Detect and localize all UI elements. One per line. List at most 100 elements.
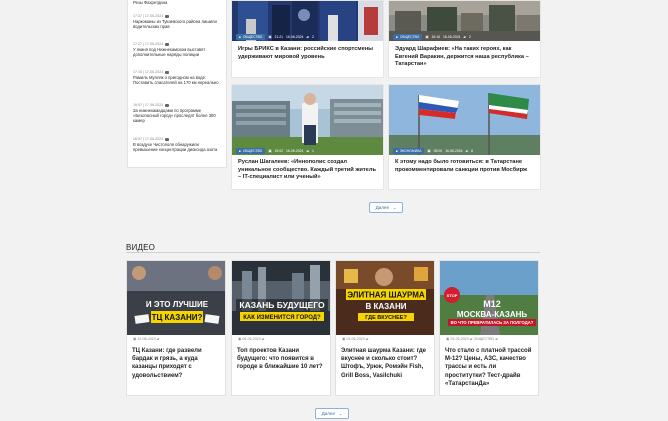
svg-text:STOP: STOP: [447, 293, 458, 298]
chevron-down-icon: ⌄: [393, 205, 397, 210]
load-more-articles-button[interactable]: Далее ⌄: [369, 202, 403, 213]
comment-icon: ▰: [261, 337, 265, 341]
article-title[interactable]: Игры БРИКС в Казани: российские спортсме…: [238, 46, 377, 61]
comment-icon: ▰: [463, 35, 466, 39]
load-more-label: Далее: [321, 411, 336, 416]
video-date: 29-05-2024: [450, 337, 469, 341]
article-time: 18:16: [431, 35, 441, 39]
article-card[interactable]: ОБЩЕСТВО ▣ 18:16 16-06-2024 ▰ 2 Эдуард Ш…: [388, 0, 541, 78]
video-section-title: ВИДЕО: [126, 243, 156, 252]
article-title[interactable]: К этому надо было готовиться: в Татарста…: [395, 159, 534, 174]
news-feed-item-meta: 16:57 | 17-06-2024: [133, 137, 164, 141]
news-feed-item-meta: 17:16 | 17-06-2024: [133, 70, 164, 74]
time-icon: ▣: [268, 35, 272, 39]
news-feed-item[interactable]: 17:16 | 17-06-2024 Рамиль Мулляк о приго…: [133, 70, 223, 85]
article-date: 16-06-2024: [443, 35, 461, 39]
thumbnail-caption: ГДЕ ВКУСНЕЕ?: [365, 315, 407, 321]
news-feed-item-title[interactable]: Резы Фахретдина: [133, 0, 223, 5]
news-feed-item[interactable]: 16:57 | 17-06-2024 В воздухе Чистополя о…: [133, 137, 223, 152]
calendar-icon: ▣: [446, 337, 450, 341]
chevron-down-icon: ⌄: [339, 411, 343, 416]
comment-icon: [165, 103, 170, 107]
comment-count: 2: [469, 35, 471, 39]
article-time: 08:00: [433, 149, 443, 153]
thumbnail-caption: ВО ЧТО ПРЕВРАТИЛАСЬ ЗА ПОЛГОДА?: [451, 320, 534, 325]
news-feed-item[interactable]: 17:27 | 17-06-2024 У якиня под Нижнекамс…: [133, 42, 223, 57]
thumbnail-caption: В КАЗАНИ: [366, 302, 407, 311]
comment-icon: ▰: [365, 337, 369, 341]
comment-icon: ▰: [495, 337, 498, 341]
news-feed-item-meta: 16:57 | 17-06-2024: [133, 103, 164, 107]
video-thumbnail[interactable]: КАЗАНЬ БУДУЩЕГО КАК ИЗМЕНИТСЯ ГОРОД?: [232, 261, 330, 335]
comment-count: 1: [312, 149, 314, 153]
category-badge[interactable]: ОБЩЕСТВО: [236, 148, 266, 154]
video-card[interactable]: ЭЛИТНАЯ ШАУРМА В КАЗАНИ ГДЕ ВКУСНЕЕ? ▣ 0…: [335, 260, 435, 396]
video-thumbnail[interactable]: STOP М12 МОСКВА-КАЗАНЬ ВО ЧТО ПРЕВРАТИЛА…: [440, 261, 538, 335]
load-more-videos-button[interactable]: Далее ⌄: [315, 408, 349, 419]
thumbnail-caption: М12: [483, 299, 501, 309]
time-icon: ▣: [427, 149, 431, 153]
video-card[interactable]: И ЭТО ЛУЧШИЕ ТЦ КАЗАНИ? ▣ 19-06-2024 ▰ Т…: [126, 260, 226, 396]
article-title[interactable]: Эдуард Шарафиев: «На таких героях, как Е…: [395, 46, 534, 69]
news-feed-item-title[interactable]: У якиня под Нижнекамском выставят дополн…: [133, 47, 223, 57]
category-badge[interactable]: ОБЩЕСТВО: [393, 34, 423, 40]
video-title[interactable]: Что стало с платной трассой М-12? Цены, …: [445, 347, 534, 388]
article-card[interactable]: ОБЩЕСТВО ▣ 21:21 16-06-2024 ▰ 2 Игры БРИ…: [231, 0, 384, 78]
category-badge[interactable]: ОБЩЕСТВО: [236, 34, 266, 40]
video-date: 03-06-2024: [346, 337, 365, 341]
article-image[interactable]: [232, 85, 383, 155]
calendar-icon: ▣: [238, 337, 242, 341]
article-time: 15:02: [274, 149, 284, 153]
news-feed-item[interactable]: Резы Фахретдина: [133, 0, 223, 5]
article-title[interactable]: Руслан Шагалеев: «Иннополис создал уника…: [238, 159, 377, 182]
comment-icon: ▰: [156, 337, 160, 341]
video-category[interactable]: ОБЩЕСТВО: [474, 337, 495, 341]
news-feed-item-title[interactable]: В воздухе Чистополя обнаружили превышени…: [133, 142, 223, 152]
news-feed-item-title[interactable]: За нижнекамадцами по программе «Безопасн…: [133, 108, 223, 124]
news-feed-item[interactable]: 16:57 | 17-06-2024 За нижнекамадцами по …: [133, 103, 223, 124]
video-title[interactable]: ТЦ Казани: где развели бардак и грязь, а…: [132, 347, 221, 380]
article-image[interactable]: [389, 85, 540, 155]
comment-icon: [165, 70, 170, 74]
comment-count: 8: [471, 149, 473, 153]
comment-icon: ▰: [306, 35, 309, 39]
video-thumbnail[interactable]: И ЭТО ЛУЧШИЕ ТЦ КАЗАНИ?: [127, 261, 225, 335]
news-feed-item-meta: 17:27 | 17-06-2024: [133, 42, 164, 46]
article-date: 16-06-2024: [445, 149, 463, 153]
news-feed-sidebar: Резы Фахретдина 17:37 | 17-06-2024 Нарко…: [127, 0, 227, 168]
article-card[interactable]: ОБЩЕСТВО ▣ 15:02 16-06-2024 ▰ 1 Руслан Ш…: [231, 84, 384, 190]
calendar-icon: ▣: [133, 337, 137, 341]
thumbnail-caption: КАК ИЗМЕНИТСЯ ГОРОД?: [243, 315, 321, 321]
comment-icon: ▰: [306, 149, 309, 153]
article-card[interactable]: ЭКОНОМИКА ▣ 08:00 16-06-2024 ▰ 8 К этому…: [388, 84, 541, 190]
thumbnail-caption: ЭЛИТНАЯ ШАУРМА: [347, 291, 425, 300]
comment-icon: [165, 137, 170, 141]
news-feed-item-meta: 17:37 | 17-06-2024: [133, 14, 164, 18]
folder-icon: ▰: [469, 337, 473, 341]
video-date: 06-06-2024: [242, 337, 261, 341]
load-more-label: Далее: [375, 205, 390, 210]
thumbnail-caption: И ЭТО ЛУЧШИЕ: [146, 300, 209, 309]
comment-count: 2: [312, 35, 314, 39]
video-title[interactable]: Элитная шаурма Казани: где вкуснее и ско…: [341, 347, 430, 380]
thumbnail-caption: ТЦ КАЗАНИ?: [152, 313, 203, 322]
video-card[interactable]: КАЗАНЬ БУДУЩЕГО КАК ИЗМЕНИТСЯ ГОРОД? ▣ 0…: [231, 260, 331, 396]
video-thumbnail[interactable]: ЭЛИТНАЯ ШАУРМА В КАЗАНИ ГДЕ ВКУСНЕЕ?: [336, 261, 434, 335]
calendar-icon: ▣: [342, 337, 346, 341]
thumbnail-caption: КАЗАНЬ БУДУЩЕГО: [239, 300, 325, 310]
category-badge[interactable]: ЭКОНОМИКА: [393, 148, 425, 154]
time-icon: ▣: [268, 149, 272, 153]
news-feed-item-title[interactable]: Наркоманы из Тукаевского района лишили в…: [133, 19, 223, 29]
news-feed-item-title[interactable]: Рамиль Мулляк о пригодном на воде: Поста…: [133, 75, 223, 85]
video-date: 19-06-2024: [137, 337, 156, 341]
article-date: 16-06-2024: [286, 149, 304, 153]
article-time: 21:21: [274, 35, 284, 39]
time-icon: ▣: [425, 35, 429, 39]
section-divider: [126, 252, 540, 253]
video-title[interactable]: Топ проектов Казани будущего: что появит…: [237, 347, 326, 372]
thumbnail-caption: МОСКВА-КАЗАНЬ: [457, 310, 528, 319]
comment-icon: [165, 42, 170, 46]
video-card[interactable]: STOP М12 МОСКВА-КАЗАНЬ ВО ЧТО ПРЕВРАТИЛА…: [439, 260, 539, 396]
news-feed-item[interactable]: 17:37 | 17-06-2024 Наркоманы из Тукаевск…: [133, 14, 223, 29]
comment-icon: ▰: [465, 149, 469, 153]
